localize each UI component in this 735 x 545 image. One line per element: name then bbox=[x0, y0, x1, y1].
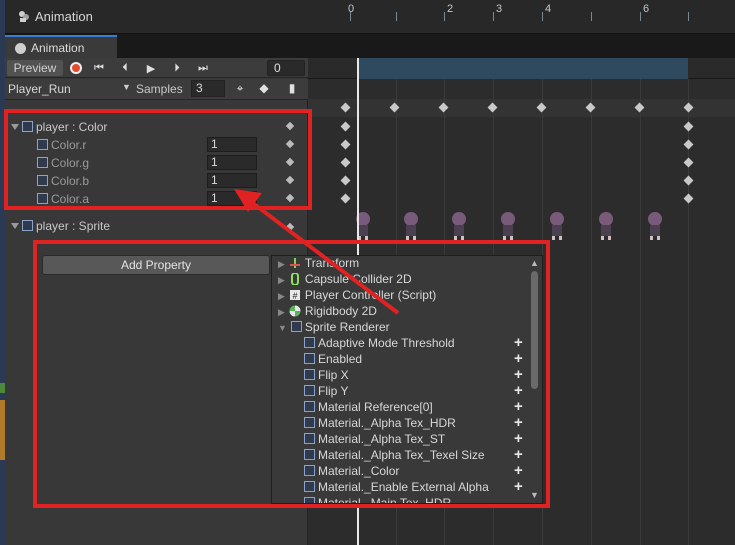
clip-toolbar: Player_Run ▼ Samples 3 ⌖ ◆ ▮ bbox=[5, 79, 308, 100]
frame-field[interactable]: 0 bbox=[267, 60, 305, 76]
ruler-label: 2 bbox=[447, 3, 454, 15]
clip-selector[interactable]: Player_Run bbox=[8, 82, 71, 96]
add-keyframe-icon[interactable]: ◆ bbox=[255, 81, 273, 97]
prev-frame-icon[interactable]: ⏴ bbox=[115, 60, 135, 76]
first-frame-icon[interactable]: ⏮ bbox=[89, 60, 109, 76]
keyframe-filter-icon[interactable]: ⌖ bbox=[231, 81, 249, 97]
tab-label: Animation bbox=[31, 41, 85, 55]
ruler-label: 0 bbox=[348, 3, 355, 15]
ruler-label: 6 bbox=[643, 3, 650, 15]
record-icon bbox=[70, 62, 82, 74]
property-group-sprite[interactable]: player : Sprite bbox=[5, 217, 308, 237]
ruler-label: 3 bbox=[496, 3, 503, 15]
sprite-frame bbox=[648, 212, 662, 240]
last-frame-icon[interactable]: ⏭ bbox=[193, 60, 213, 76]
play-icon[interactable]: ▶ bbox=[141, 60, 161, 76]
clock-icon bbox=[15, 43, 26, 54]
sprite-frame bbox=[404, 212, 418, 240]
playback-toolbar: Preview ⏮ ⏴ ▶ ⏵ ⏭ 0 bbox=[5, 58, 308, 78]
add-event-icon[interactable]: ▮ bbox=[283, 81, 301, 97]
ruler-tick bbox=[396, 12, 397, 21]
sprite-frame bbox=[550, 212, 564, 240]
record-button[interactable] bbox=[67, 60, 85, 76]
sprite-frame bbox=[356, 212, 370, 240]
ruler-label: 4 bbox=[545, 3, 552, 15]
annotation-box-add-property bbox=[33, 240, 550, 508]
window-title: Animation bbox=[35, 9, 93, 24]
keyframe-toggle-icon[interactable] bbox=[285, 222, 295, 232]
window-title-bar: Animation bbox=[5, 0, 735, 34]
ruler-tick bbox=[493, 12, 494, 21]
ruler-tick bbox=[688, 12, 689, 21]
chevron-down-icon[interactable]: ▼ bbox=[122, 82, 131, 92]
ruler-tick bbox=[591, 12, 592, 21]
clip-range-highlight bbox=[358, 58, 688, 79]
sprite-frame bbox=[599, 212, 613, 240]
ruler-tick bbox=[640, 12, 641, 21]
next-frame-icon[interactable]: ⏵ bbox=[167, 60, 187, 76]
sprite-renderer-icon bbox=[22, 220, 33, 231]
samples-field[interactable]: 3 bbox=[191, 80, 225, 97]
samples-label: Samples bbox=[136, 82, 183, 96]
preview-button[interactable]: Preview bbox=[7, 60, 63, 76]
annotation-box-color-properties bbox=[4, 109, 312, 210]
animation-window-icon bbox=[19, 11, 29, 22]
ruler-tick bbox=[542, 12, 543, 21]
ruler-tick bbox=[444, 12, 445, 21]
sprite-frame bbox=[452, 212, 466, 240]
tab-animation[interactable]: Animation bbox=[5, 35, 117, 59]
sprite-frame bbox=[501, 212, 515, 240]
property-group-label: player : Sprite bbox=[11, 219, 110, 233]
summary-keyframe-row[interactable] bbox=[308, 99, 735, 117]
